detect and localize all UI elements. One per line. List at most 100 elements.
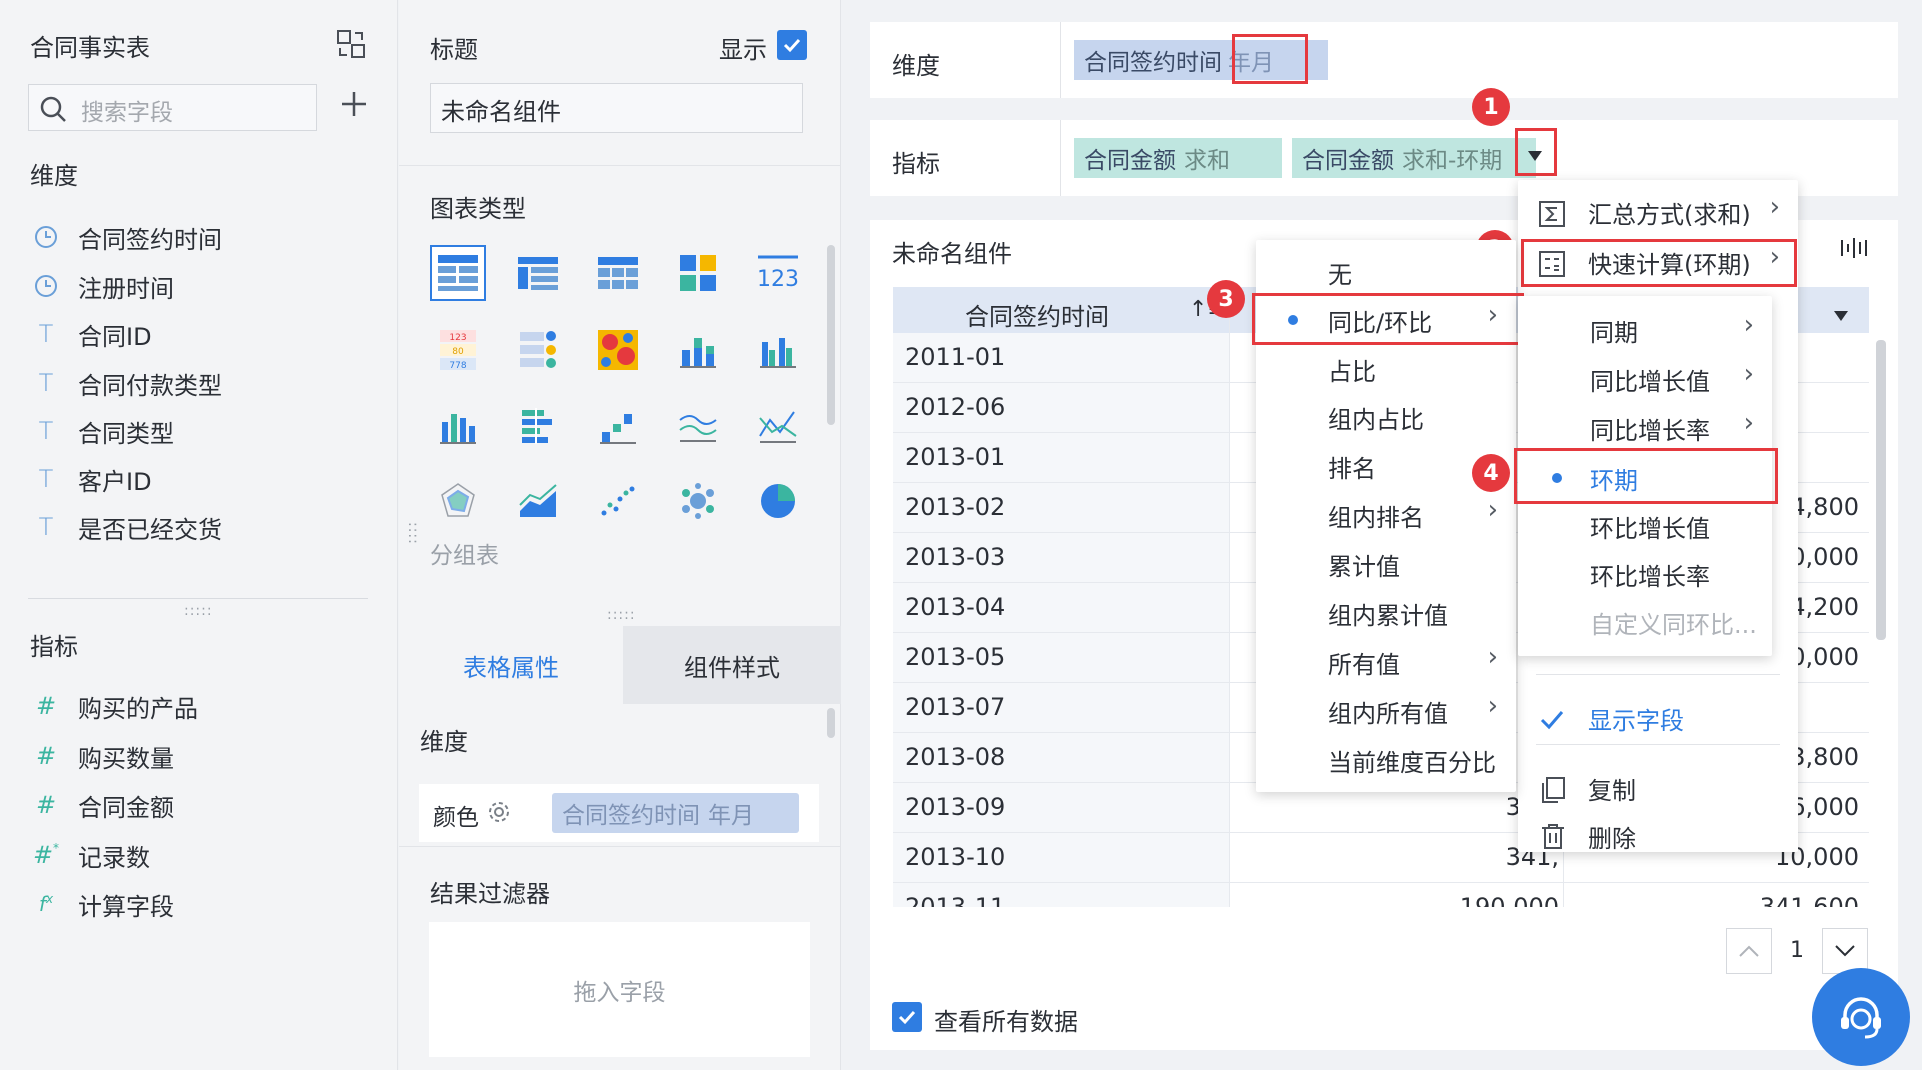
table-scrollbar[interactable] [1876, 340, 1886, 640]
dimension-field[interactable]: 注册时间 [30, 266, 174, 306]
line-chart-icon[interactable] [670, 398, 726, 454]
properties-scrollbar[interactable] [827, 708, 835, 738]
stacked-bar-chart-icon[interactable] [670, 322, 726, 378]
menu-item-mom-growth-value[interactable]: 环比增长值 [1518, 502, 1772, 550]
pie-chart-icon[interactable] [750, 473, 806, 529]
chevron-right-icon: › [1487, 642, 1498, 672]
resize-handle[interactable]: ::::: [184, 603, 213, 619]
menu-item-show-field[interactable]: 显示字段 [1518, 694, 1798, 742]
dimension-bar: 维度 合同签约时间 年月 [870, 22, 1898, 98]
menu-item-same-period[interactable]: 同期 › [1518, 306, 1772, 354]
text-table-chart-icon[interactable]: 123 80 778 [430, 322, 486, 378]
date-cell: 2013-09 [905, 793, 1006, 821]
check-icon [1540, 708, 1564, 736]
bar-chart-icon[interactable] [430, 398, 486, 454]
text-type-icon: T [38, 513, 54, 541]
search-input[interactable]: 搜索字段 [28, 84, 317, 131]
value-cell: 190,000 [1459, 893, 1559, 907]
metric-field[interactable]: # * 记录数 [30, 835, 150, 875]
menu-item-none[interactable]: 无 [1256, 248, 1516, 296]
bubble-chart-icon[interactable] [670, 473, 726, 529]
metric-field[interactable]: # 购买数量 [30, 736, 174, 776]
menu-item-mom-growth-rate[interactable]: 环比增长率 [1518, 550, 1772, 598]
dimension-field[interactable]: T 是否已经交货 [30, 507, 222, 547]
tab-table-properties[interactable]: 表格属性 [399, 626, 623, 704]
dimension-field[interactable]: T 客户ID [30, 459, 152, 499]
show-title-checkbox[interactable] [777, 30, 807, 60]
grouped-table-chart-icon[interactable] [430, 245, 486, 301]
value-cell: 341, [1505, 843, 1559, 871]
menu-item-copy[interactable]: 复制 [1518, 764, 1798, 812]
caret-down-icon[interactable] [1526, 144, 1544, 169]
menu-item-group-all-values[interactable]: 组内所有值 › [1256, 687, 1516, 735]
metric-pill[interactable]: 合同金额 求和 [1074, 138, 1282, 178]
tab-component-style[interactable]: 组件样式 [623, 626, 841, 704]
view-all-checkbox[interactable] [892, 1002, 922, 1032]
detail-table-chart-icon[interactable] [590, 245, 646, 301]
chart-settings-icon[interactable] [1838, 236, 1870, 266]
trash-icon [1540, 822, 1566, 856]
chart-types-scrollbar[interactable] [827, 245, 835, 425]
check-icon [898, 1010, 916, 1025]
config-panel: 标题 显示 未命名组件 图表类型 123 123 80 778 分组表::::… [399, 0, 841, 1070]
menu-item-dimension-percent[interactable]: 当前维度百分比 [1256, 736, 1516, 784]
caret-down-icon[interactable] [1833, 303, 1849, 328]
menu-item-yoy-growth-rate[interactable]: 同比增长率 › [1518, 404, 1772, 452]
metric-field[interactable]: fx 计算字段 [30, 884, 174, 924]
menu-item-group-proportion[interactable]: 组内占比 [1256, 393, 1516, 441]
gear-icon[interactable] [487, 800, 511, 830]
menu-divider [1536, 674, 1780, 675]
metric-field[interactable]: # 合同金额 [30, 785, 174, 825]
area-chart-icon[interactable] [510, 473, 566, 529]
waterfall-chart-icon[interactable] [590, 398, 646, 454]
prev-page-button[interactable] [1726, 928, 1772, 974]
horizontal-bar-chart-icon[interactable] [510, 398, 566, 454]
pill-field-name: 合同金额 [1302, 148, 1394, 174]
menu-item-proportion[interactable]: 占比 [1256, 345, 1516, 393]
menu-item-label: 显示字段 [1588, 706, 1684, 735]
customer-service-button[interactable] [1812, 968, 1910, 1066]
number-type-icon: # [35, 692, 57, 720]
dimension-label: 维度 [420, 728, 468, 756]
field-label: 是否已经交货 [78, 515, 222, 544]
indicator-list-chart-icon[interactable] [510, 322, 566, 378]
scatter-chart-icon[interactable] [590, 473, 646, 529]
combo-line-chart-icon[interactable] [750, 398, 806, 454]
metric-field[interactable]: # 购买的产品 [30, 686, 198, 726]
radar-chart-icon[interactable] [430, 473, 486, 529]
metric-pill[interactable]: 合同金额 求和-环期 [1292, 138, 1536, 178]
number-card-chart-icon[interactable]: 123 [750, 245, 806, 301]
menu-item-yoy-growth-value[interactable]: 同比增长值 › [1518, 355, 1772, 403]
menu-item-group-cumulative[interactable]: 组内累计值 [1256, 589, 1516, 637]
add-field-button[interactable] [336, 88, 372, 124]
menu-item-delete[interactable]: 删除 [1518, 812, 1798, 860]
switch-table-icon[interactable] [335, 28, 367, 60]
menu-item-cumulative[interactable]: 累计值 [1256, 540, 1516, 588]
annotation-box [1521, 239, 1797, 287]
resize-handle[interactable]: ::::: [607, 607, 636, 623]
dimension-field[interactable]: T 合同ID [30, 314, 152, 354]
text-type-icon: T [38, 465, 54, 493]
resize-handle[interactable]: :::: [405, 522, 421, 545]
show-label: 显示 [719, 36, 767, 64]
annotation-badge: 3 [1207, 280, 1245, 318]
component-title: 未命名组件 [892, 240, 1012, 268]
menu-item-aggregate[interactable]: 汇总方式(求和) › [1518, 188, 1798, 236]
date-cell: 2013-02 [905, 493, 1006, 521]
cross-table-chart-icon[interactable] [510, 245, 566, 301]
filter-drop-zone[interactable]: 拖入字段 [429, 922, 810, 1057]
menu-item-group-rank[interactable]: 组内排名 › [1256, 491, 1516, 539]
heatmap-chart-icon[interactable] [590, 322, 646, 378]
field-label: 合同签约时间 [78, 225, 222, 254]
grouped-bar-chart-icon[interactable] [750, 322, 806, 378]
dimension-field[interactable]: 合同签约时间 [30, 217, 222, 257]
annotation-badge: 4 [1472, 454, 1510, 492]
dimension-field[interactable]: T 合同付款类型 [30, 363, 222, 403]
menu-item-all-values[interactable]: 所有值 › [1256, 638, 1516, 686]
title-input[interactable]: 未命名组件 [430, 83, 803, 133]
chart-type-label: 图表类型 [430, 195, 526, 223]
text-type-icon: T [38, 417, 54, 445]
color-field-pill[interactable]: 合同签约时间 年月 [552, 793, 799, 833]
kpi-card-chart-icon[interactable] [670, 245, 726, 301]
dimension-field[interactable]: T 合同类型 [30, 411, 174, 451]
